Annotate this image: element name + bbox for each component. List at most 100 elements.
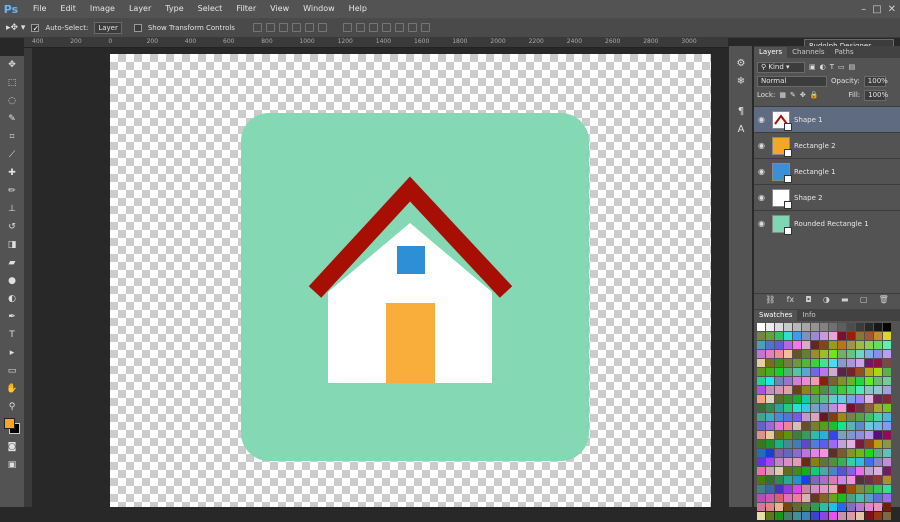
swatch-cell[interactable] <box>847 485 855 493</box>
swatch-cell[interactable] <box>820 332 828 340</box>
swatch-cell[interactable] <box>820 449 828 457</box>
menu-filter[interactable]: Filter <box>229 0 263 18</box>
auto-align-icon[interactable] <box>420 23 430 32</box>
swatch-cell[interactable] <box>793 503 801 511</box>
swatch-cell[interactable] <box>865 458 873 466</box>
swatch-cell[interactable] <box>856 359 864 367</box>
swatch-cell[interactable] <box>865 503 873 511</box>
swatch-cell[interactable] <box>865 350 873 358</box>
swatch-cell[interactable] <box>802 494 810 502</box>
swatch-cell[interactable] <box>883 476 891 484</box>
swatch-cell[interactable] <box>775 476 783 484</box>
swatch-cell[interactable] <box>793 485 801 493</box>
swatch-cell[interactable] <box>775 386 783 394</box>
swatch-cell[interactable] <box>784 395 792 403</box>
layer-row-rectangle-1[interactable]: ◉ Rectangle 1 <box>754 158 900 184</box>
screen-mode-icon[interactable]: ▣ <box>0 456 24 474</box>
swatch-cell[interactable] <box>883 413 891 421</box>
lock-position-icon[interactable]: ✥ <box>800 91 806 99</box>
swatch-cell[interactable] <box>820 341 828 349</box>
swatch-cell[interactable] <box>802 386 810 394</box>
swatch-cell[interactable] <box>865 476 873 484</box>
swatch-cell[interactable] <box>874 395 882 403</box>
tab-paths[interactable]: Paths <box>830 47 859 58</box>
swatch-cell[interactable] <box>784 449 792 457</box>
swatch-cell[interactable] <box>829 368 837 376</box>
swatch-cell[interactable] <box>865 422 873 430</box>
swatch-cell[interactable] <box>829 467 837 475</box>
lock-transparent-icon[interactable]: ▦ <box>779 91 786 99</box>
swatch-cell[interactable] <box>757 476 765 484</box>
swatch-cell[interactable] <box>793 512 801 520</box>
swatch-cell[interactable] <box>874 413 882 421</box>
swatch-cell[interactable] <box>856 458 864 466</box>
swatch-cell[interactable] <box>793 395 801 403</box>
layer-row-rectangle-2[interactable]: ◉ Rectangle 2 <box>754 132 900 158</box>
tab-info[interactable]: Info <box>797 310 820 321</box>
swatch-cell[interactable] <box>829 440 837 448</box>
swatch-cell[interactable] <box>883 341 891 349</box>
filter-smart-icon[interactable]: ▤ <box>849 63 856 71</box>
swatch-cell[interactable] <box>865 377 873 385</box>
swatch-cell[interactable] <box>874 467 882 475</box>
swatch-cell[interactable] <box>838 494 846 502</box>
swatch-cell[interactable] <box>856 503 864 511</box>
swatch-cell[interactable] <box>811 377 819 385</box>
menu-help[interactable]: Help <box>342 0 374 18</box>
swatch-cell[interactable] <box>829 512 837 520</box>
gradient-tool-icon[interactable]: ▰ <box>0 254 24 272</box>
swatch-cell[interactable] <box>856 476 864 484</box>
swatch-cell[interactable] <box>793 413 801 421</box>
swatch-cell[interactable] <box>811 323 819 331</box>
swatch-cell[interactable] <box>757 413 765 421</box>
swatch-cell[interactable] <box>847 395 855 403</box>
swatch-cell[interactable] <box>847 422 855 430</box>
swatch-cell[interactable] <box>820 512 828 520</box>
swatch-cell[interactable] <box>757 368 765 376</box>
swatch-cell[interactable] <box>793 368 801 376</box>
swatch-cell[interactable] <box>883 458 891 466</box>
swatch-cell[interactable] <box>784 422 792 430</box>
color-swatches[interactable] <box>0 416 24 438</box>
zoom-tool-icon[interactable]: ⚲ <box>0 398 24 416</box>
swatch-cell[interactable] <box>820 431 828 439</box>
menu-select[interactable]: Select <box>191 0 230 18</box>
swatch-cell[interactable] <box>784 503 792 511</box>
swatch-cell[interactable] <box>865 341 873 349</box>
swatch-cell[interactable] <box>829 359 837 367</box>
swatch-cell[interactable] <box>820 350 828 358</box>
swatch-cell[interactable] <box>865 395 873 403</box>
visibility-eye-icon[interactable]: ◉ <box>758 193 768 202</box>
swatch-cell[interactable] <box>757 503 765 511</box>
swatch-cell[interactable] <box>829 323 837 331</box>
swatch-cell[interactable] <box>766 404 774 412</box>
swatch-cell[interactable] <box>856 440 864 448</box>
swatch-cell[interactable] <box>838 341 846 349</box>
swatch-cell[interactable] <box>820 368 828 376</box>
swatch-cell[interactable] <box>865 404 873 412</box>
swatch-cell[interactable] <box>865 386 873 394</box>
swatch-cell[interactable] <box>757 323 765 331</box>
swatch-cell[interactable] <box>883 395 891 403</box>
swatch-cell[interactable] <box>757 341 765 349</box>
swatch-cell[interactable] <box>775 377 783 385</box>
swatch-cell[interactable] <box>820 467 828 475</box>
visibility-eye-icon[interactable]: ◉ <box>758 167 768 176</box>
move-tool-icon[interactable]: ✥ <box>0 56 24 74</box>
swatch-cell[interactable] <box>802 440 810 448</box>
swatch-cell[interactable] <box>802 332 810 340</box>
swatch-cell[interactable] <box>757 422 765 430</box>
swatch-cell[interactable] <box>784 440 792 448</box>
align-top-icon[interactable] <box>252 23 262 32</box>
swatch-cell[interactable] <box>883 404 891 412</box>
swatch-cell[interactable] <box>802 458 810 466</box>
swatch-cell[interactable] <box>784 350 792 358</box>
swatch-cell[interactable] <box>856 431 864 439</box>
blur-tool-icon[interactable]: ● <box>0 272 24 290</box>
swatch-cell[interactable] <box>847 386 855 394</box>
swatch-cell[interactable] <box>757 386 765 394</box>
swatch-cell[interactable] <box>802 431 810 439</box>
swatch-cell[interactable] <box>865 413 873 421</box>
tab-channels[interactable]: Channels <box>787 47 829 58</box>
group-folder-icon[interactable]: ▬ <box>841 295 849 304</box>
